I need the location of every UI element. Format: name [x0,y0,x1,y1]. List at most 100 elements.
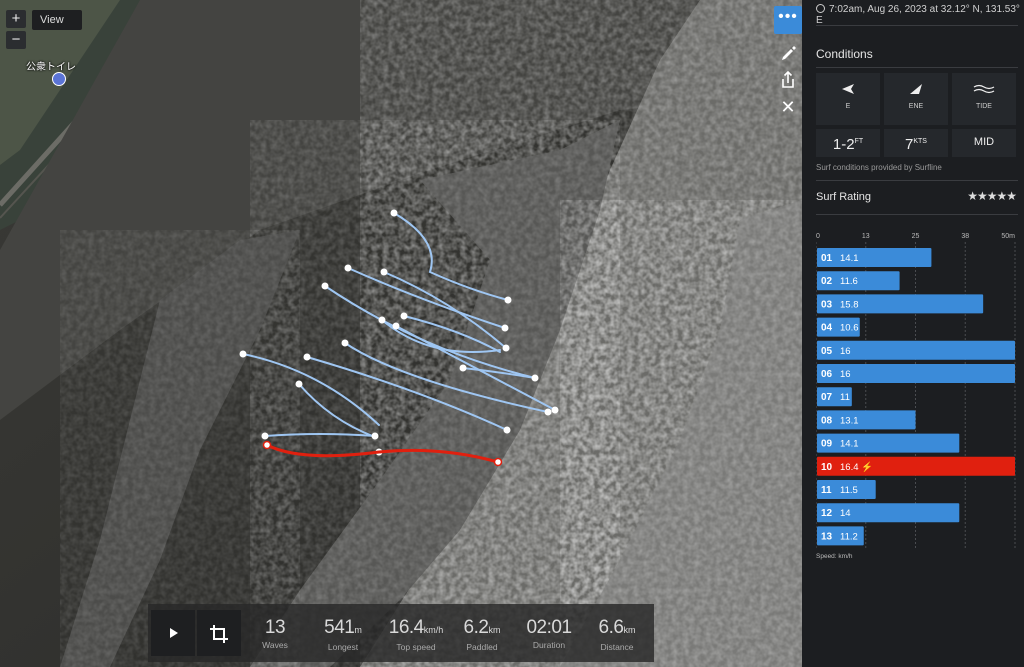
wave-number: 07 [821,392,833,403]
stat-label: Distance [600,642,634,652]
rating-stars: ★★★★★ [967,189,1017,203]
stat-label: Longest [327,642,359,652]
play-icon [170,628,178,638]
crop-button[interactable] [197,610,241,656]
tide-icon [973,84,995,94]
stat-unit: km [488,625,501,635]
stat-value: 6.2 [463,617,489,638]
x-tick-label: 0 [816,233,820,240]
x-tick-label: 13 [862,233,870,240]
divider [816,214,1018,215]
divider [816,180,1018,181]
play-button[interactable] [151,610,195,656]
wave-number: 08 [821,415,833,426]
wind-direction-icon [910,84,922,94]
wave-speed-label: 11.6 [840,276,858,287]
wave-number: 13 [821,531,833,542]
close-button[interactable]: ✕ [774,94,802,122]
wave-speed-label: 14.1 [840,439,859,450]
share-button[interactable] [774,66,802,94]
wave-speed-label: 11 [840,392,850,403]
stat-duration: 02:01 Duration [514,618,584,651]
zoom-in-button[interactable]: + [6,10,26,28]
swell-height-unit: FT [854,138,864,145]
poi-label: 公衆トイレ [26,62,76,73]
stat-longest: 541m Longest [308,617,378,653]
datetime-text: 7:02am, Aug 26, 2023 at 32.12° N, 131.53… [816,4,1020,26]
wave-bar-chart: 0 13 25 38 50m 01 14.1 02 11.6 03 15.8 04 10.6 05 16 06… [816,233,1016,548]
swell-height-value: 1-2 [832,136,855,153]
stat-paddled: 6.2km Paddled [447,617,517,653]
wave-speed-label: 15.8 [840,299,859,310]
swell-direction-icon [842,84,854,94]
stat-unit: km/h [423,625,444,635]
share-icon [782,70,794,88]
wave-bar [817,503,960,523]
wind-speed-unit: KTS [913,138,927,145]
stat-top-speed: 16.4km/h Top speed [381,617,451,653]
tide-label: TIDE [976,103,992,110]
wave-speed-label: 16 [840,346,851,357]
surf-rating-title: Surf Rating [816,191,872,203]
wave-number: 05 [821,346,833,357]
map-imagery [0,0,802,667]
swell-height: 1-2FT [816,129,880,157]
conditions-title: Conditions [816,47,873,61]
wave-number: 12 [821,508,833,519]
swell-card: E [816,73,880,125]
wave-number: 10 [821,462,833,473]
wave-number: 11 [821,485,832,496]
zoom-out-button[interactable]: − [6,31,26,49]
session-stats-bar: 13 Waves 541m Longest 16.4km/h Top speed… [148,604,654,662]
wave-number: 01 [821,253,833,264]
stat-unit: m [354,625,362,635]
more-options-button[interactable]: ••• [774,6,802,34]
view-button[interactable]: View [32,10,82,30]
tide-value: MID [952,129,1016,157]
stat-value: 541 [324,617,355,638]
stat-label: Top speed [396,642,436,652]
wave-number: 09 [821,439,833,450]
stat-value: 13 [264,617,286,638]
edit-button[interactable] [774,38,802,66]
wind-speed: 7KTS [884,129,948,157]
x-tick-label: 50m [1001,233,1015,240]
stat-value: 6.6 [598,617,624,638]
conditions-note: Surf conditions provided by Surfline [816,163,942,172]
wave-speed-label: 10.6 [840,323,859,334]
wave-speed-label: 13.1 [840,415,859,426]
wave-bar [817,433,960,453]
stat-unit: km [623,625,636,635]
wave-bar [817,248,932,267]
satellite-map[interactable]: + − View 公衆トイレ ••• ✕ 13 Waves 541m Longe… [0,0,802,667]
wave-speed-label: 16.4 ⚡ [840,461,873,473]
session-datetime: 7:02am, Aug 26, 2023 at 32.12° N, 131.53… [816,4,1024,26]
clock-icon [816,4,825,13]
x-tick-label: 25 [912,233,920,240]
stat-value: 16.4 [388,617,424,638]
wave-number: 02 [821,276,833,287]
divider [816,25,1018,26]
crop-icon [210,625,228,643]
wave-number: 04 [821,323,833,334]
wave-number: 06 [821,369,833,380]
stat-label: Paddled [466,642,498,652]
pencil-icon [782,46,796,60]
swell-direction: E [845,103,851,110]
wave-number: 03 [821,299,833,310]
stat-waves: 13 Waves [240,617,310,651]
wave-speed-label: 14.1 [840,253,859,264]
wind-card: ENE [884,73,948,125]
wave-speed-label: 14 [840,508,851,519]
wave-speed-label: 11.5 [840,485,858,496]
stat-label: Duration [532,640,566,650]
divider [816,67,1018,68]
wind-direction: ENE [908,103,924,110]
wave-speed-label: 11.2 [840,531,858,542]
x-tick-label: 38 [961,233,969,240]
speed-unit-note: Speed: km/h [816,553,853,560]
stat-label: Waves [262,640,288,650]
wave-speed-label: 16 [840,369,851,380]
restroom-pin-icon[interactable] [52,72,66,86]
tide-card: TIDE [952,73,1016,125]
